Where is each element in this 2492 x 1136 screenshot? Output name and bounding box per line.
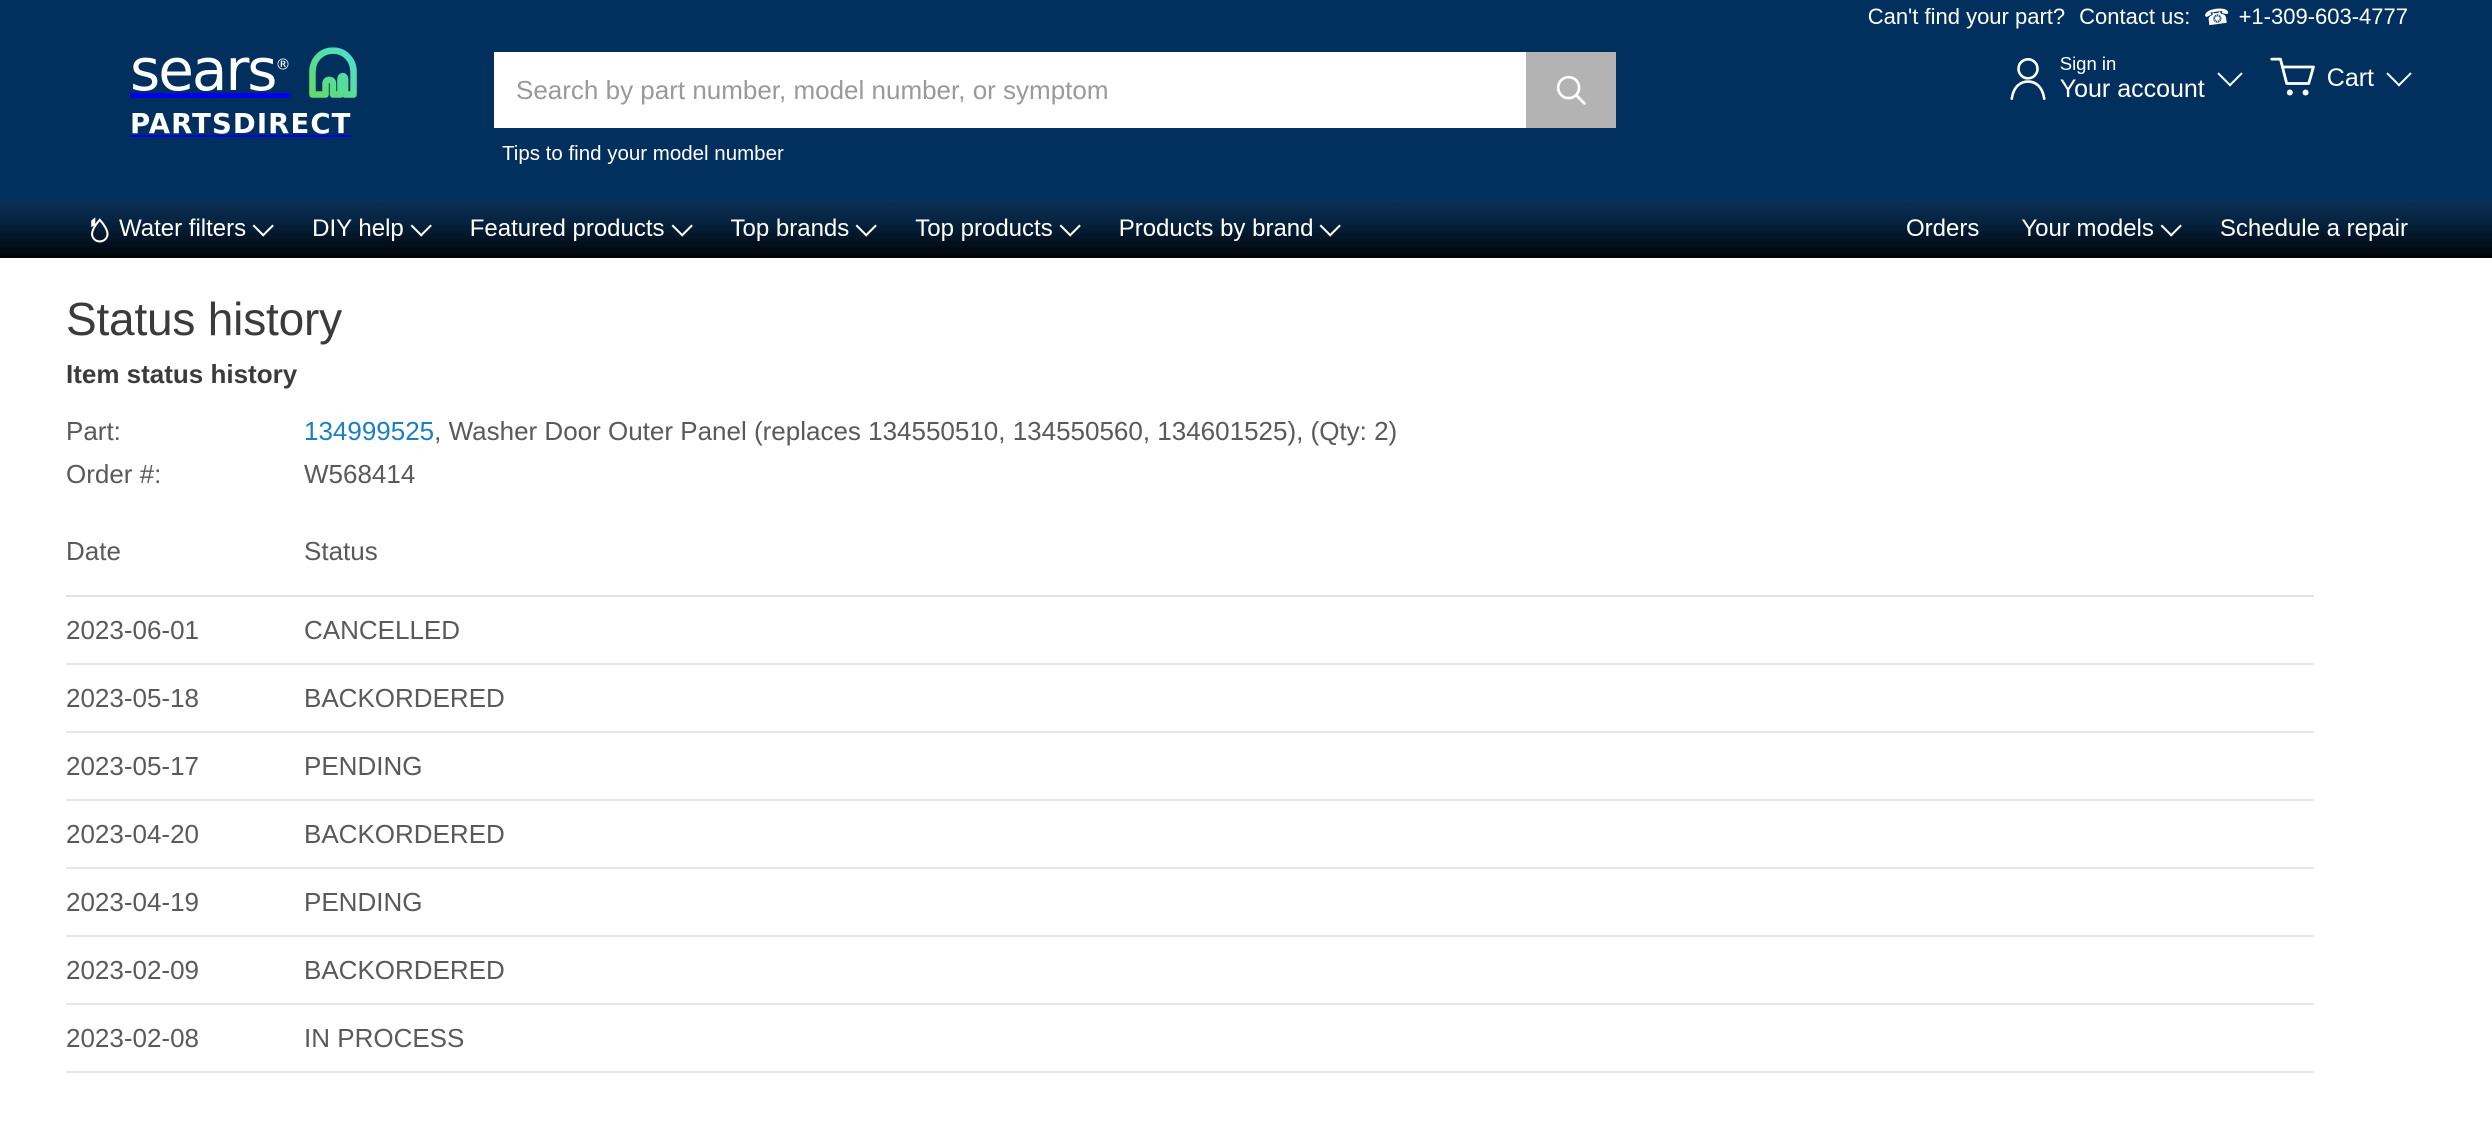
nav-label: Products by brand	[1118, 215, 1314, 242]
nav-item-your-models[interactable]: Your models	[2000, 214, 2199, 243]
nav-label: DIY help	[312, 215, 404, 242]
order-label: Order #:	[66, 459, 162, 489]
main-navigation: Water filters DIY help Featured products…	[0, 200, 2492, 258]
logo-subtext: PARTSDIRECT	[130, 108, 352, 140]
nav-right-group: Orders Your models Schedule a repair	[1906, 214, 2408, 243]
nav-label: Orders	[1905, 215, 1980, 242]
status-history-table: Date Status 2023-06-01 CANCELLED 2023-05…	[66, 536, 2314, 1073]
nav-label: Schedule a repair	[2219, 215, 2408, 242]
sears-home-arch-icon	[308, 47, 357, 98]
search-area: Tips to find your model number	[494, 52, 1616, 166]
status-table-body: 2023-06-01 CANCELLED 2023-05-18 BACKORDE…	[66, 596, 2314, 1073]
cell-date: 2023-02-08	[66, 1004, 304, 1073]
logo-wordmark-text: sears	[130, 36, 278, 104]
chevron-down-icon	[2160, 214, 2182, 237]
cell-date: 2023-04-20	[66, 800, 304, 869]
nav-label: Featured products	[469, 215, 665, 242]
nav-left-group: Water filters DIY help Featured products…	[84, 214, 1358, 244]
chevron-down-icon	[1320, 214, 1342, 237]
order-meta-table: Part: 134999525, Washer Door Outer Panel…	[66, 416, 1397, 502]
cell-date: 2023-05-18	[66, 664, 304, 733]
table-row: 2023-04-20 BACKORDERED	[66, 800, 2314, 869]
sign-in-label: Sign in	[2059, 53, 2117, 74]
column-header-date: Date	[66, 536, 304, 597]
chevron-down-icon	[1059, 214, 1081, 237]
search-input[interactable]	[494, 52, 1526, 128]
cell-status: BACKORDERED	[304, 936, 2314, 1005]
chevron-down-icon	[2217, 61, 2243, 87]
nav-label: Water filters	[119, 215, 247, 242]
site-header: Can't find your part? Contact us: ☎ +1-3…	[0, 0, 2492, 200]
part-description: , Washer Door Outer Panel (replaces 1345…	[434, 416, 1398, 446]
part-value: 134999525, Washer Door Outer Panel (repl…	[304, 416, 1397, 459]
search-icon	[1556, 75, 1586, 105]
cart-label: Cart	[2326, 63, 2374, 92]
nav-item-featured-products[interactable]: Featured products	[449, 214, 710, 243]
status-table-head: Date Status	[66, 536, 2314, 597]
cell-status: CANCELLED	[304, 596, 2314, 665]
nav-item-orders[interactable]: Orders	[1906, 215, 2000, 243]
cell-status: BACKORDERED	[304, 664, 2314, 733]
table-row: 2023-02-08 IN PROCESS	[66, 1004, 2314, 1073]
part-number-link[interactable]: 134999525	[304, 416, 434, 446]
cell-status: PENDING	[304, 732, 2314, 801]
nav-label: Your models	[2021, 215, 2154, 242]
search-button[interactable]	[1526, 52, 1616, 128]
water-drop-icon	[91, 217, 109, 243]
nav-item-diy-help[interactable]: DIY help	[291, 214, 449, 243]
status-table-header-row: Date Status	[66, 536, 2314, 597]
nav-item-schedule-a-repair[interactable]: Schedule a repair	[2199, 215, 2408, 243]
account-labels: Sign in Your account	[2059, 53, 2205, 103]
section-title: Item status history	[66, 359, 298, 389]
nav-item-products-by-brand[interactable]: Products by brand	[1098, 214, 1359, 243]
search-bar	[494, 52, 1616, 128]
logo-registered-mark: ®	[275, 55, 291, 74]
user-icon	[2010, 58, 2046, 101]
your-account-menu[interactable]: Sign in Your account	[2006, 53, 2243, 103]
nav-label: Top brands	[730, 215, 850, 242]
nav-item-water-filters[interactable]: Water filters	[84, 214, 291, 244]
nav-item-top-brands[interactable]: Top brands	[710, 214, 895, 243]
cell-date: 2023-02-09	[66, 936, 304, 1005]
chevron-down-icon	[252, 214, 274, 237]
column-header-status: Status	[304, 536, 2314, 597]
main-content: Status history Item status history Part:…	[0, 258, 2492, 1073]
table-row: 2023-06-01 CANCELLED	[66, 596, 2314, 665]
cell-status: PENDING	[304, 868, 2314, 937]
meta-row-part: Part: 134999525, Washer Door Outer Panel…	[66, 416, 1397, 459]
header-main-row: sears® PARTSDIRECT Search by part number…	[0, 0, 2492, 200]
chevron-down-icon	[2386, 61, 2412, 87]
cell-date: 2023-04-19	[66, 868, 304, 937]
cell-date: 2023-06-01	[66, 596, 304, 665]
account-cart-group: Sign in Your account Cart	[2006, 53, 2412, 103]
cell-status: BACKORDERED	[304, 800, 2314, 869]
order-value: W568414	[304, 459, 416, 489]
page-title: Status history	[66, 293, 342, 345]
table-row: 2023-04-19 PENDING	[66, 868, 2314, 937]
meta-row-order: Order #: W568414	[66, 459, 1397, 502]
cell-status: IN PROCESS	[304, 1004, 2314, 1073]
table-row: 2023-05-18 BACKORDERED	[66, 664, 2314, 733]
your-account-label: Your account	[2059, 74, 2205, 103]
cart-icon	[2270, 58, 2315, 96]
chevron-down-icon	[671, 214, 693, 237]
site-logo[interactable]: sears® PARTSDIRECT	[130, 41, 420, 140]
chevron-down-icon	[410, 214, 432, 237]
cell-date: 2023-05-17	[66, 732, 304, 801]
tips-model-number-link[interactable]: Tips to find your model number	[502, 142, 784, 166]
nav-item-top-products[interactable]: Top products	[894, 214, 1097, 243]
part-label: Part:	[66, 416, 121, 446]
cart-menu[interactable]: Cart	[2269, 56, 2412, 100]
logo-wordmark: sears®	[130, 41, 291, 99]
table-row: 2023-02-09 BACKORDERED	[66, 936, 2314, 1005]
chevron-down-icon	[855, 214, 878, 237]
nav-label: Top products	[915, 215, 1053, 242]
table-row: 2023-05-17 PENDING	[66, 732, 2314, 801]
logo-top-row: sears®	[130, 41, 420, 102]
